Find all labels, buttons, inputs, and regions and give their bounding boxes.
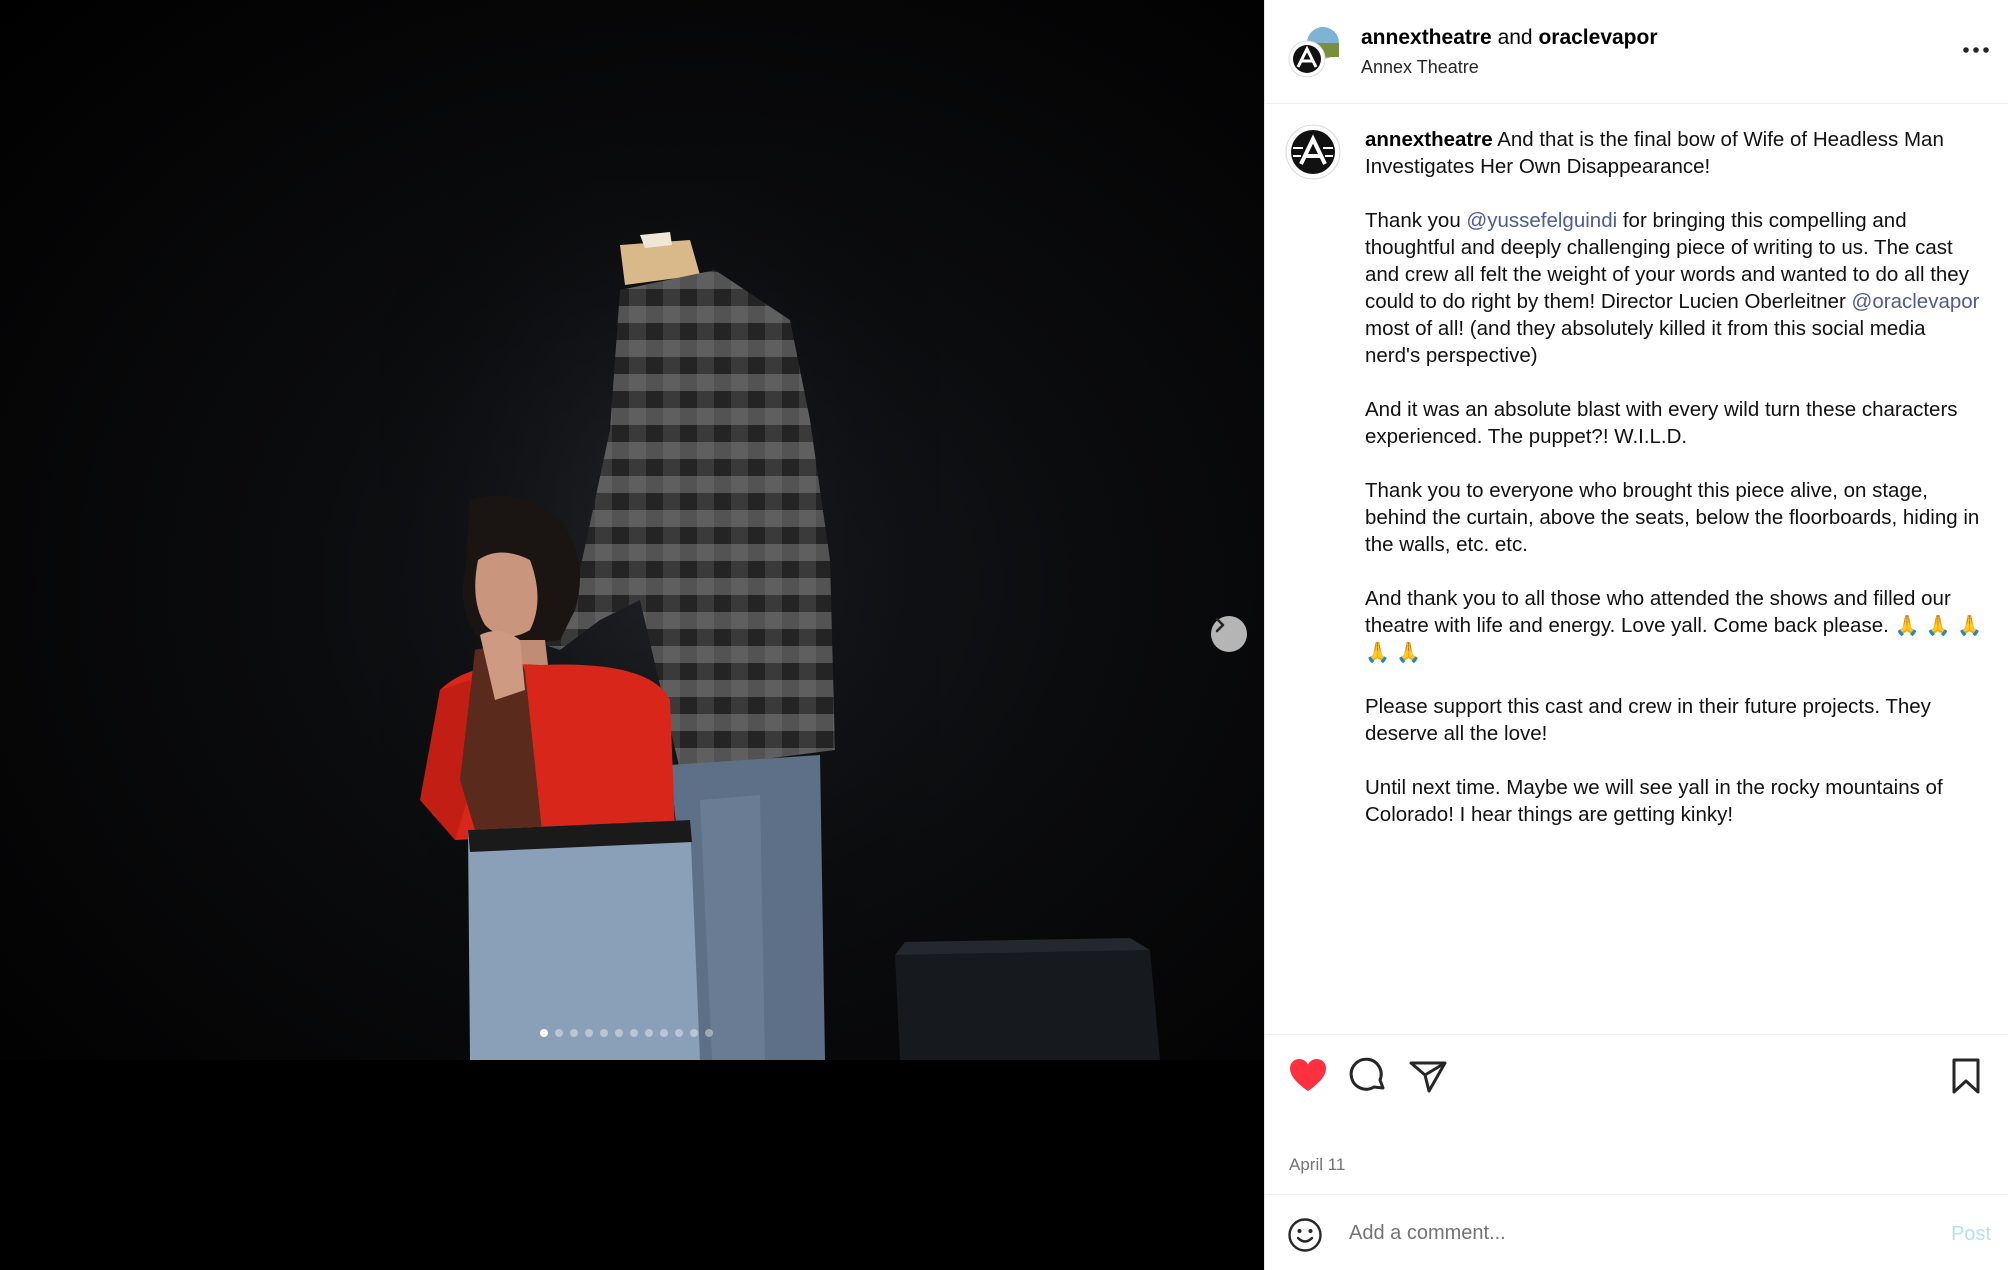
caption-paragraph-5: And thank you to all those who attended … (1365, 585, 1985, 666)
post-actions: April 11 (1265, 1034, 2008, 1174)
comment-input[interactable] (1349, 1215, 1889, 1251)
carousel-dot (555, 1029, 563, 1037)
comment-button[interactable] (1347, 1055, 1389, 1097)
caption-paragraph-4: Thank you to everyone who brought this p… (1365, 479, 1980, 556)
media-pane (0, 0, 1264, 1270)
header-joiner: and (1497, 26, 1533, 49)
mention-yussefelguindi[interactable]: @yussefelguindi (1466, 209, 1617, 232)
more-options-button[interactable] (1956, 36, 1996, 64)
heart-filled-icon (1287, 1059, 1329, 1101)
stage-photo-illustration (380, 180, 1160, 1060)
caption-avatar[interactable] (1285, 124, 1341, 180)
carousel-dot (660, 1029, 668, 1037)
carousel-dot (690, 1029, 698, 1037)
post-photo[interactable] (0, 0, 1264, 1060)
carousel-dot (630, 1029, 638, 1037)
comment-bar: Post (1265, 1194, 2008, 1270)
carousel-dot (675, 1029, 683, 1037)
save-button[interactable] (1945, 1055, 1987, 1097)
header-title: annextheatre and oraclevapor (1361, 26, 1658, 50)
caption-paragraph-2: Thank you @yussefelguindi for bringing t… (1365, 207, 1985, 369)
carousel-dot (705, 1029, 713, 1037)
caption-p5: And thank you to all those who attended … (1365, 587, 1951, 637)
carousel-dot (540, 1029, 548, 1037)
post-comment-button[interactable]: Post (1951, 1223, 1991, 1246)
header-username-2[interactable]: oraclevapor (1538, 26, 1657, 49)
caption-area: annextheatre And that is the final bow o… (1265, 104, 2008, 1034)
share-icon (1407, 1061, 1449, 1101)
collab-avatar[interactable] (1287, 25, 1343, 81)
emoji-picker-button[interactable] (1287, 1217, 1323, 1253)
carousel-indicator (540, 1029, 713, 1037)
caption-username[interactable]: annextheatre (1365, 128, 1493, 151)
smiley-icon (1287, 1218, 1323, 1257)
more-horizontal-icon (1956, 47, 1996, 68)
caption-paragraph-7: Until next time. Maybe we will see yall … (1365, 776, 1943, 826)
post-header: annextheatre and oraclevapor Annex Theat… (1265, 0, 2008, 104)
caption-paragraph-3: And it was an absolute blast with every … (1365, 398, 1958, 448)
caption-p2a: Thank you (1365, 209, 1467, 232)
header-location[interactable]: Annex Theatre (1361, 57, 1479, 78)
bookmark-icon (1945, 1058, 1987, 1101)
comment-icon (1347, 1057, 1389, 1101)
caption-text: annextheatre And that is the final bow o… (1365, 126, 1985, 855)
caption-paragraph-6: Please support this cast and crew in the… (1365, 695, 1931, 745)
carousel-dot (600, 1029, 608, 1037)
carousel-dot (645, 1029, 653, 1037)
carousel-next-button[interactable] (1211, 616, 1247, 652)
header-username-1[interactable]: annextheatre (1361, 26, 1492, 49)
post-side-pane: annextheatre and oraclevapor Annex Theat… (1264, 0, 2008, 1270)
like-button[interactable] (1287, 1055, 1329, 1097)
carousel-dot (585, 1029, 593, 1037)
mention-oraclevapor[interactable]: @oraclevapor (1852, 290, 1980, 313)
carousel-dot (615, 1029, 623, 1037)
share-button[interactable] (1407, 1055, 1449, 1097)
caption-paragraph-1: annextheatre And that is the final bow o… (1365, 126, 1985, 180)
carousel-dot (570, 1029, 578, 1037)
caption-p2c: most of all! (and they absolutely killed… (1365, 317, 1926, 367)
post-date[interactable]: April 11 (1289, 1155, 1345, 1175)
